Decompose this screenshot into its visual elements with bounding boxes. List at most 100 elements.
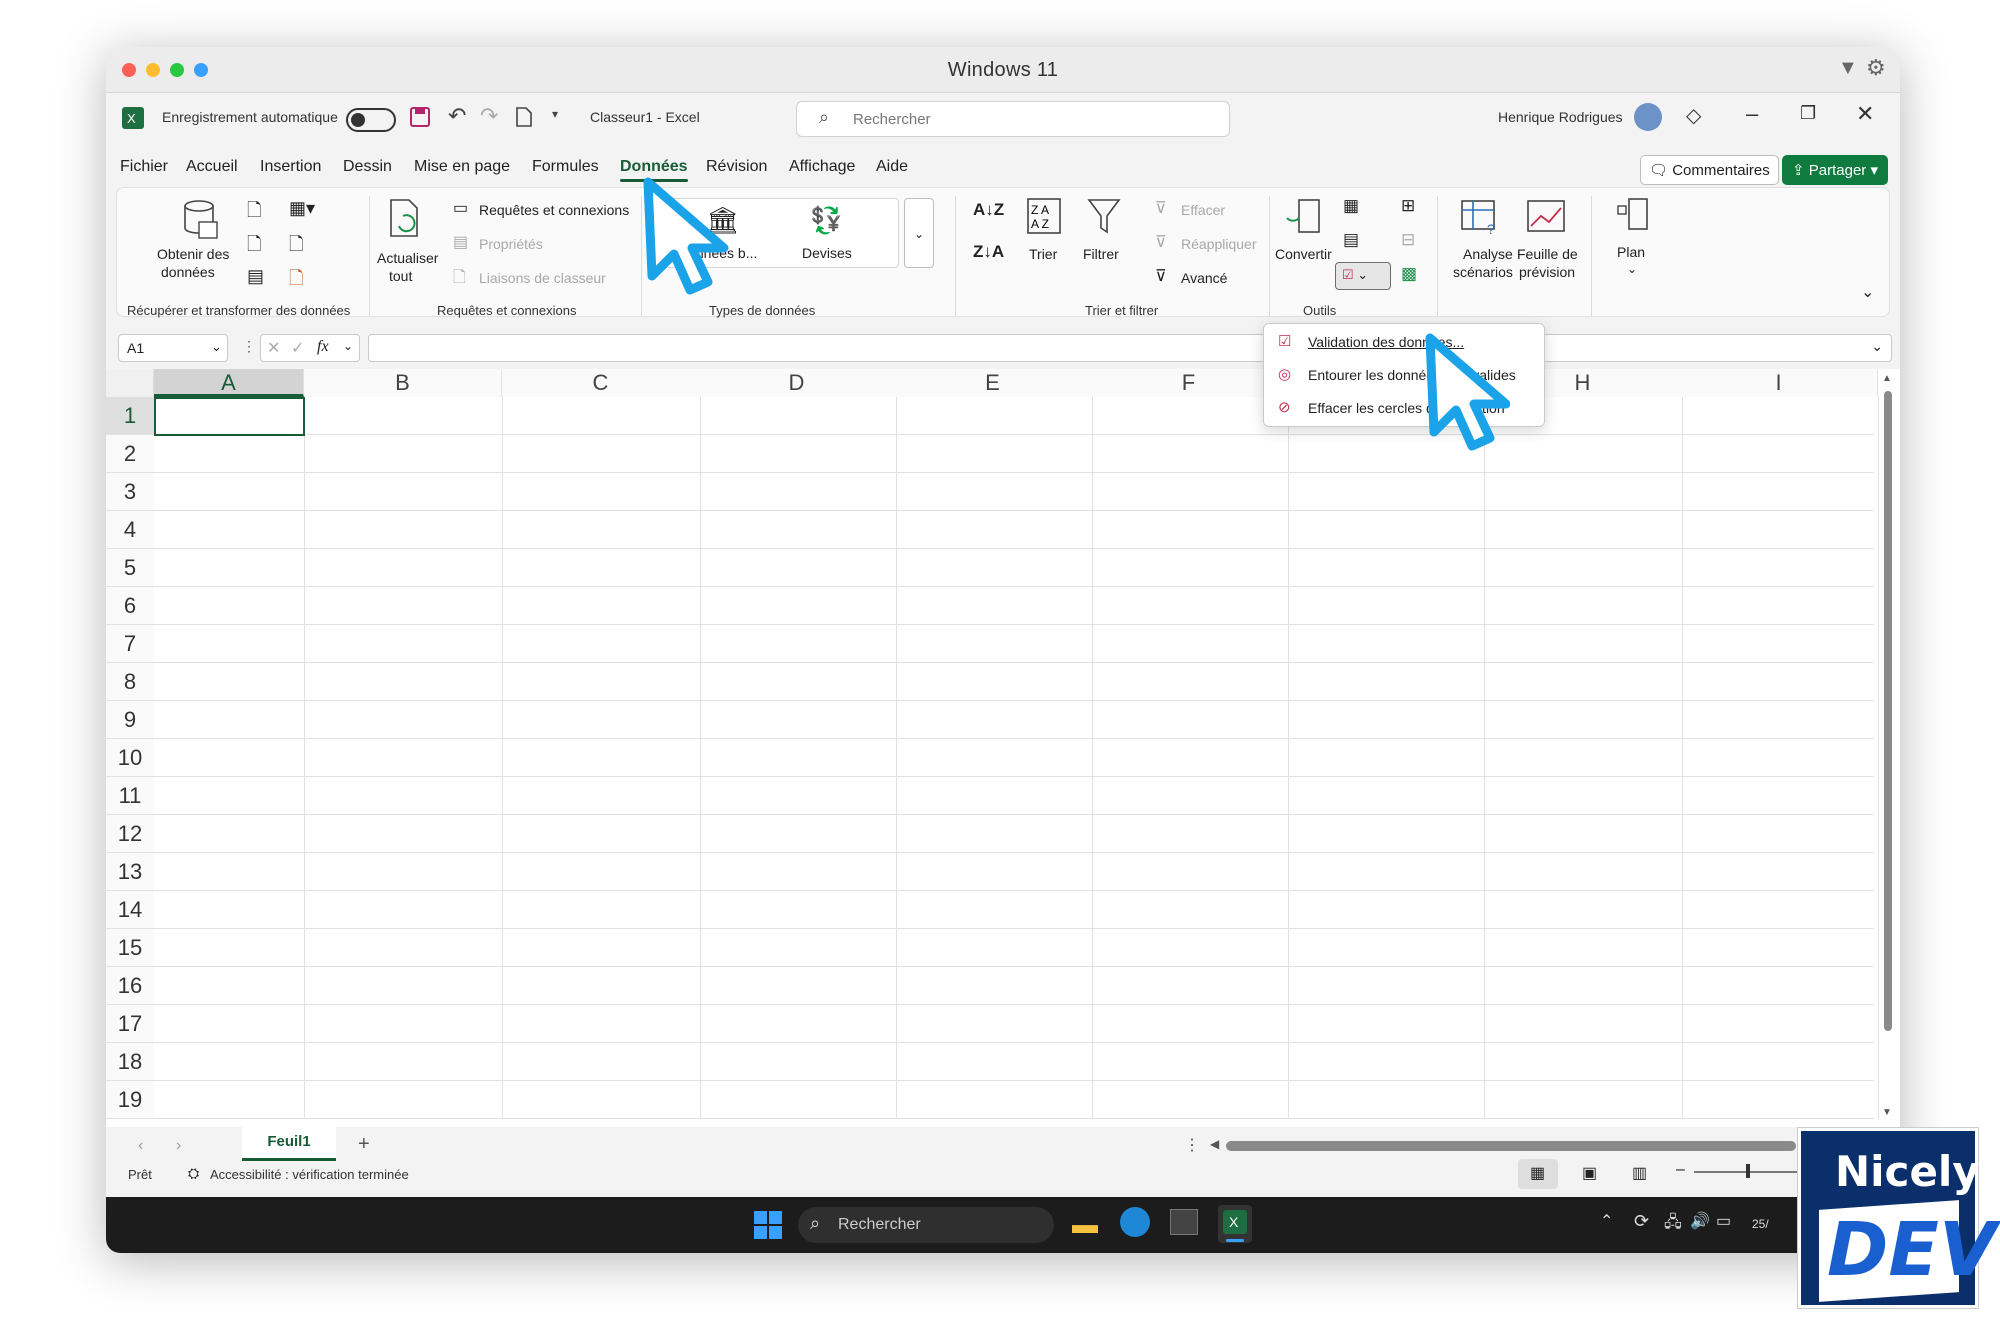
file-explorer-icon[interactable]: ▬ [1072, 1209, 1098, 1240]
forecast-sheet-label2[interactable]: prévision [1519, 264, 1575, 280]
what-if-label2[interactable]: scénarios [1453, 264, 1513, 280]
row-header-15[interactable]: 15 [106, 929, 154, 967]
restore-icon[interactable]: ❐ [1800, 103, 1816, 124]
advanced-filter-icon[interactable]: ⊽ [1155, 266, 1167, 286]
row-header-10[interactable]: 10 [106, 739, 154, 777]
what-if-label1[interactable]: Analyse [1463, 246, 1513, 262]
column-header-d[interactable]: D [698, 369, 896, 397]
battery-icon[interactable]: ▭ [1716, 1211, 1731, 1231]
data-types-expand-button[interactable]: ⌄ [904, 198, 934, 268]
row-header-7[interactable]: 7 [106, 625, 154, 663]
expand-formula-icon[interactable]: ⌄ [1871, 338, 1883, 355]
vertical-dots-icon[interactable]: ⋮ [242, 338, 256, 355]
column-header-f[interactable]: F [1090, 369, 1288, 397]
select-all-corner[interactable] [106, 369, 154, 397]
accessibility-icon[interactable]: ⛭ [188, 1165, 199, 1182]
sort-icon[interactable]: Z AA Z [1027, 198, 1061, 234]
from-web-icon[interactable]: 🗋 [247, 232, 261, 262]
comments-button[interactable]: 🗨 Commentaires [1640, 155, 1779, 185]
enter-icon[interactable]: ✓ [291, 338, 304, 358]
vertical-dots-icon[interactable]: ⋮ [1184, 1135, 1200, 1155]
data-validation-dropdown-button[interactable]: ☑ ⌄ [1335, 262, 1391, 290]
column-header-c[interactable]: C [502, 369, 700, 397]
outline-icon[interactable] [1617, 198, 1649, 232]
vertical-scrollbar[interactable] [1884, 391, 1892, 1031]
name-box[interactable]: A1 ⌄ [118, 334, 228, 362]
advanced-label[interactable]: Avancé [1181, 270, 1227, 286]
new-file-icon[interactable] [516, 107, 532, 127]
column-header-a[interactable]: A [154, 369, 304, 397]
share-button[interactable]: ⇪ Partager ▾ [1782, 155, 1888, 185]
network-icon[interactable]: 🖧 [1664, 1211, 1682, 1238]
worksheet-grid[interactable]: ABCDEFGHI12345678910111213141516171819 [106, 369, 1900, 1169]
tab-affichage[interactable]: Affichage [789, 158, 855, 176]
refresh-all-label2[interactable]: tout [389, 268, 412, 284]
row-header-4[interactable]: 4 [106, 511, 154, 549]
refresh-all-icon[interactable] [389, 198, 423, 238]
undo-icon[interactable]: ↶ [448, 103, 466, 129]
existing-connections-icon[interactable]: 🗋 [289, 232, 303, 262]
customize-qat-icon[interactable]: ▾ [552, 107, 558, 121]
chevron-right-icon[interactable]: › [176, 1137, 181, 1155]
get-data-icon[interactable] [183, 200, 219, 240]
formula-input[interactable]: ⌄ [368, 334, 1892, 362]
get-data-label1[interactable]: Obtenir des [157, 246, 229, 262]
outline-label[interactable]: Plan [1617, 244, 1645, 260]
page-layout-icon[interactable]: ▣ [1582, 1163, 1597, 1183]
queries-connections-icon[interactable]: ▭ [453, 198, 468, 218]
row-header-16[interactable]: 16 [106, 967, 154, 1005]
column-header-i[interactable]: I [1680, 369, 1878, 397]
tab-accueil[interactable]: Accueil [186, 158, 238, 176]
save-icon[interactable] [410, 107, 430, 127]
scroll-down-icon[interactable]: ▼ [1882, 1107, 1892, 1118]
what-if-icon[interactable]: ? [1461, 200, 1501, 236]
collapse-ribbon-icon[interactable]: ⌄ [1861, 282, 1874, 302]
recent-sources-icon[interactable]: ▦▾ [289, 198, 315, 219]
normal-view-button[interactable]: ▦ [1518, 1159, 1558, 1189]
taskbar-search[interactable]: ⌕ Rechercher [798, 1207, 1054, 1243]
currencies-icon[interactable]: 💱 [810, 205, 842, 236]
search-box[interactable]: ⌕ Rechercher [796, 101, 1230, 137]
row-header-2[interactable]: 2 [106, 435, 154, 473]
terminal-icon[interactable] [1170, 1209, 1198, 1235]
avatar[interactable] [1634, 103, 1662, 131]
minimize-icon[interactable]: – [1746, 101, 1758, 127]
cancel-icon[interactable]: ✕ [267, 338, 280, 358]
row-header-14[interactable]: 14 [106, 891, 154, 929]
column-header-b[interactable]: B [304, 369, 502, 397]
tab-fichier[interactable]: Fichier [120, 158, 168, 176]
gear-icon[interactable]: ⚙ [1866, 55, 1886, 81]
sync-icon[interactable]: ⟳ [1634, 1211, 1649, 1232]
page-break-icon[interactable]: ▥ [1632, 1163, 1647, 1183]
row-header-3[interactable]: 3 [106, 473, 154, 511]
convert-label[interactable]: Convertir [1275, 246, 1332, 262]
tab-donnees[interactable]: Données [620, 158, 688, 182]
data-model-icon[interactable]: ▩ [1401, 264, 1417, 284]
row-header-11[interactable]: 11 [106, 777, 154, 815]
row-header-12[interactable]: 12 [106, 815, 154, 853]
row-header-17[interactable]: 17 [106, 1005, 154, 1043]
sort-label[interactable]: Trier [1029, 246, 1057, 262]
row-header-13[interactable]: 13 [106, 853, 154, 891]
sort-za-icon[interactable]: Z↓A [973, 242, 1004, 262]
tab-insertion[interactable]: Insertion [260, 158, 321, 176]
chevron-left-icon[interactable]: ‹ [138, 1137, 143, 1155]
edge-icon[interactable] [1120, 1207, 1150, 1237]
queries-connections-label[interactable]: Requêtes et connexions [479, 202, 629, 218]
tab-revision[interactable]: Révision [706, 158, 767, 176]
dropdown-triangle-icon[interactable]: ▼ [1838, 57, 1858, 80]
tab-formules[interactable]: Formules [532, 158, 599, 176]
row-header-8[interactable]: 8 [106, 663, 154, 701]
flash-fill-icon[interactable]: ▦ [1343, 196, 1359, 216]
scroll-up-icon[interactable]: ▲ [1882, 373, 1892, 384]
column-header-e[interactable]: E [894, 369, 1092, 397]
horizontal-scrollbar[interactable] [1226, 1141, 1796, 1151]
row-header-1[interactable]: 1 [106, 397, 154, 435]
excel-taskbar-button[interactable]: X [1218, 1205, 1252, 1243]
tab-mise-en-page[interactable]: Mise en page [414, 158, 510, 176]
outline-chevron-icon[interactable]: ⌄ [1627, 262, 1637, 276]
close-icon[interactable]: ✕ [1856, 101, 1874, 127]
row-header-9[interactable]: 9 [106, 701, 154, 739]
from-file-icon[interactable]: 🗋 [289, 266, 303, 296]
sort-az-icon[interactable]: A↓Z [973, 200, 1004, 220]
